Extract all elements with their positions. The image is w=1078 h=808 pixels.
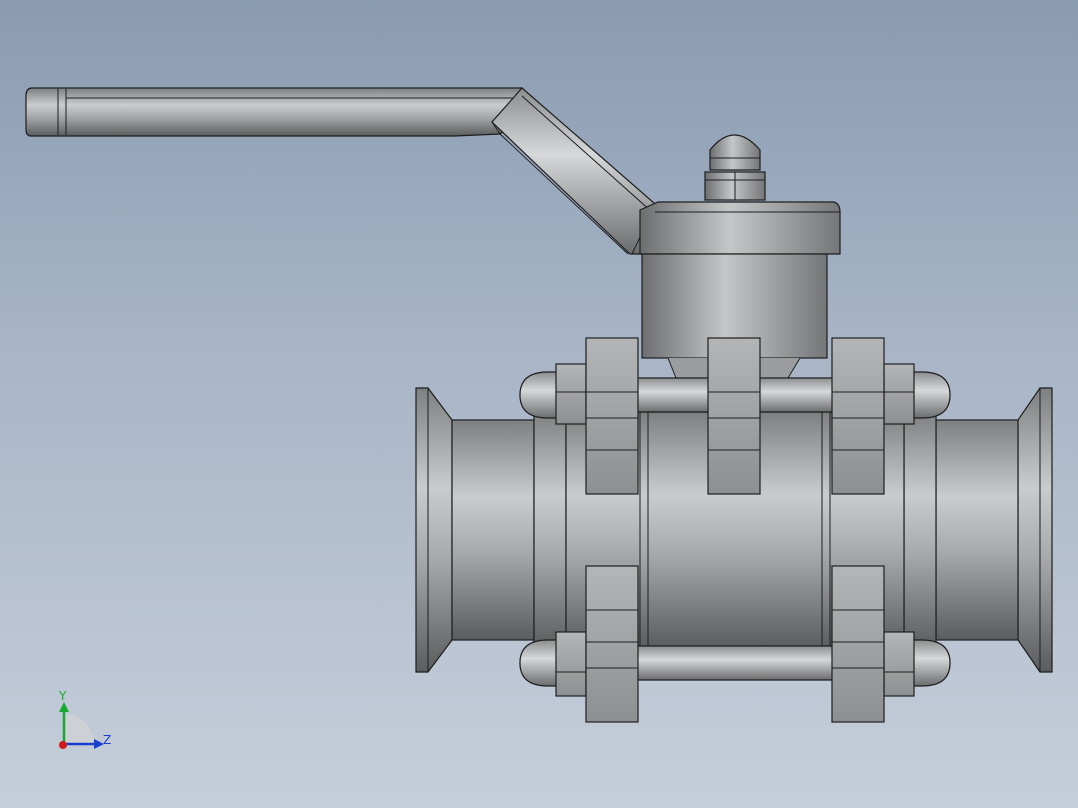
lower-bolt-nut-left[interactable]	[585, 565, 639, 723]
right-end-connection[interactable]	[903, 387, 1053, 673]
upper-bolt-nut-left[interactable]	[585, 337, 639, 495]
handle-lever[interactable]	[25, 87, 663, 255]
left-end-connection[interactable]	[415, 387, 567, 673]
x-axis-origin	[59, 741, 67, 749]
y-axis-label: Y	[58, 689, 67, 703]
triad-arc	[64, 714, 94, 744]
valve-model[interactable]: Y Z	[0, 0, 1078, 808]
lower-bolt-nut-right[interactable]	[831, 565, 885, 723]
stem-cap-nut[interactable]	[704, 134, 766, 201]
upper-bolt-nut-center[interactable]	[707, 337, 761, 495]
z-axis-label: Z	[103, 733, 111, 747]
upper-bolt-nut-right[interactable]	[831, 337, 885, 495]
y-axis-arrowhead	[59, 702, 69, 712]
graphics-viewport[interactable]: Y Z	[0, 0, 1078, 808]
reference-triad: Y Z	[58, 689, 111, 749]
